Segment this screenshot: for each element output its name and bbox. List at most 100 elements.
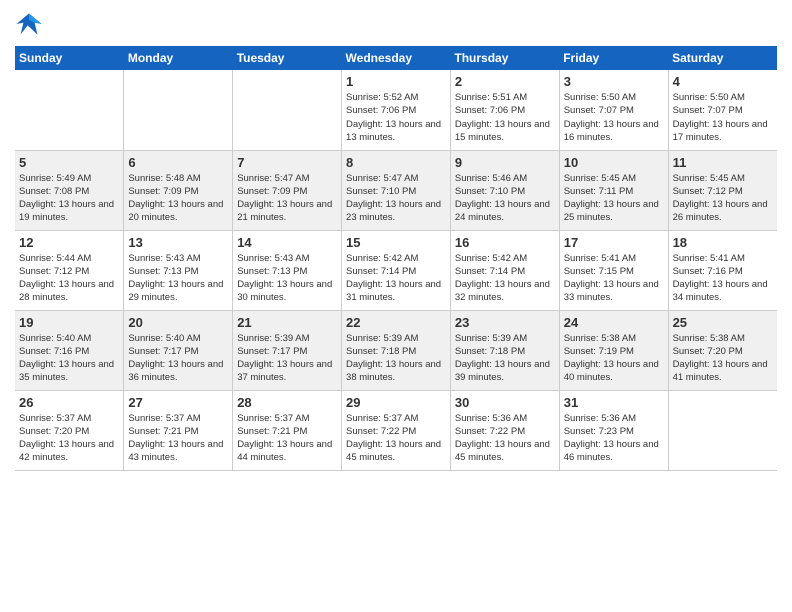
day-info: Sunrise: 5:47 AM Sunset: 7:10 PM Dayligh…: [346, 172, 446, 225]
day-cell: 8Sunrise: 5:47 AM Sunset: 7:10 PM Daylig…: [342, 150, 451, 230]
day-cell: [233, 70, 342, 150]
week-row-2: 5 Sunrise: 5:49 AM Sunset: 7:08 PM Daylig…: [15, 150, 777, 230]
day-number: 15: [346, 235, 446, 250]
day-info: Sunrise: 5:36 AM Sunset: 7:23 PM Dayligh…: [564, 412, 664, 465]
day-number: 20: [128, 315, 228, 330]
day-info: Sunrise: 5:50 AM Sunset: 7:07 PM Dayligh…: [673, 91, 773, 144]
day-info: Sunrise: 5:41 AM Sunset: 7:15 PM Dayligh…: [564, 252, 664, 305]
day-info: Sunrise: 5:51 AM Sunset: 7:06 PM Dayligh…: [455, 91, 555, 144]
day-number: 29: [346, 395, 446, 410]
week-row-3: 12 Sunrise: 5:44 AM Sunset: 7:12 PM Dayli…: [15, 230, 777, 310]
day-number: 13: [128, 235, 228, 250]
day-number: 28: [237, 395, 337, 410]
day-info: Sunrise: 5:40 AM Sunset: 7:16 PM Dayligh…: [19, 332, 119, 385]
day-number: 30: [455, 395, 555, 410]
week-row-1: 1 Sunrise: 5:52 AM Sunset: 7:06 PM Daylig…: [15, 70, 777, 150]
day-info: Sunrise: 5:41 AM Sunset: 7:16 PM Dayligh…: [673, 252, 773, 305]
day-cell: 26Sunrise: 5:37 AM Sunset: 7:20 PM Dayli…: [15, 390, 124, 470]
day-cell: 28 Sunrise: 5:37 AM Sunset: 7:21 PM Dayli…: [233, 390, 342, 470]
day-cell: 7 Sunrise: 5:47 AM Sunset: 7:09 PM Daylig…: [233, 150, 342, 230]
day-info: Sunrise: 5:37 AM Sunset: 7:21 PM Dayligh…: [128, 412, 228, 465]
day-number: 25: [673, 315, 773, 330]
day-info: Sunrise: 5:42 AM Sunset: 7:14 PM Dayligh…: [455, 252, 555, 305]
day-cell: 9 Sunrise: 5:46 AM Sunset: 7:10 PM Daylig…: [450, 150, 559, 230]
day-cell: 13 Sunrise: 5:43 AM Sunset: 7:13 PM Dayli…: [124, 230, 233, 310]
calendar-page: SundayMondayTuesdayWednesdayThursdayFrid…: [0, 0, 792, 481]
day-number: 23: [455, 315, 555, 330]
day-number: 21: [237, 315, 337, 330]
day-cell: 22 Sunrise: 5:39 AM Sunset: 7:18 PM Dayli…: [342, 310, 451, 390]
day-info: Sunrise: 5:37 AM Sunset: 7:20 PM Dayligh…: [19, 412, 119, 465]
day-cell: 19Sunrise: 5:40 AM Sunset: 7:16 PM Dayli…: [15, 310, 124, 390]
day-info: Sunrise: 5:37 AM Sunset: 7:22 PM Dayligh…: [346, 412, 446, 465]
day-number: 22: [346, 315, 446, 330]
day-number: 6: [128, 155, 228, 170]
week-row-5: 26Sunrise: 5:37 AM Sunset: 7:20 PM Dayli…: [15, 390, 777, 470]
weekday-header-row: SundayMondayTuesdayWednesdayThursdayFrid…: [15, 46, 777, 70]
day-cell: 29 Sunrise: 5:37 AM Sunset: 7:22 PM Dayli…: [342, 390, 451, 470]
day-cell: 25 Sunrise: 5:38 AM Sunset: 7:20 PM Dayli…: [668, 310, 777, 390]
day-number: 17: [564, 235, 664, 250]
day-number: 12: [19, 235, 119, 250]
day-cell: 24 Sunrise: 5:38 AM Sunset: 7:19 PM Dayli…: [559, 310, 668, 390]
day-info: Sunrise: 5:49 AM Sunset: 7:08 PM Dayligh…: [19, 172, 119, 225]
day-number: 7: [237, 155, 337, 170]
day-cell: 6 Sunrise: 5:48 AM Sunset: 7:09 PM Daylig…: [124, 150, 233, 230]
day-cell: 16 Sunrise: 5:42 AM Sunset: 7:14 PM Dayli…: [450, 230, 559, 310]
day-info: Sunrise: 5:44 AM Sunset: 7:12 PM Dayligh…: [19, 252, 119, 305]
day-number: 1: [346, 74, 446, 89]
day-number: 9: [455, 155, 555, 170]
day-info: Sunrise: 5:48 AM Sunset: 7:09 PM Dayligh…: [128, 172, 228, 225]
day-cell: 15 Sunrise: 5:42 AM Sunset: 7:14 PM Dayli…: [342, 230, 451, 310]
day-info: Sunrise: 5:45 AM Sunset: 7:11 PM Dayligh…: [564, 172, 664, 225]
weekday-header-tuesday: Tuesday: [233, 46, 342, 70]
day-info: Sunrise: 5:39 AM Sunset: 7:17 PM Dayligh…: [237, 332, 337, 385]
day-cell: 20Sunrise: 5:40 AM Sunset: 7:17 PM Dayli…: [124, 310, 233, 390]
day-number: 2: [455, 74, 555, 89]
day-number: 16: [455, 235, 555, 250]
day-cell: 17 Sunrise: 5:41 AM Sunset: 7:15 PM Dayli…: [559, 230, 668, 310]
day-number: 10: [564, 155, 664, 170]
day-info: Sunrise: 5:42 AM Sunset: 7:14 PM Dayligh…: [346, 252, 446, 305]
day-cell: 27 Sunrise: 5:37 AM Sunset: 7:21 PM Dayli…: [124, 390, 233, 470]
day-info: Sunrise: 5:46 AM Sunset: 7:10 PM Dayligh…: [455, 172, 555, 225]
day-info: Sunrise: 5:37 AM Sunset: 7:21 PM Dayligh…: [237, 412, 337, 465]
day-info: Sunrise: 5:50 AM Sunset: 7:07 PM Dayligh…: [564, 91, 664, 144]
day-cell: 3 Sunrise: 5:50 AM Sunset: 7:07 PM Daylig…: [559, 70, 668, 150]
day-cell: 2 Sunrise: 5:51 AM Sunset: 7:06 PM Daylig…: [450, 70, 559, 150]
weekday-header-monday: Monday: [124, 46, 233, 70]
week-row-4: 19Sunrise: 5:40 AM Sunset: 7:16 PM Dayli…: [15, 310, 777, 390]
day-info: Sunrise: 5:39 AM Sunset: 7:18 PM Dayligh…: [346, 332, 446, 385]
weekday-header-friday: Friday: [559, 46, 668, 70]
logo-icon: [15, 10, 43, 38]
day-info: Sunrise: 5:45 AM Sunset: 7:12 PM Dayligh…: [673, 172, 773, 225]
day-number: 24: [564, 315, 664, 330]
weekday-header-wednesday: Wednesday: [342, 46, 451, 70]
day-cell: 30 Sunrise: 5:36 AM Sunset: 7:22 PM Dayli…: [450, 390, 559, 470]
day-cell: 10 Sunrise: 5:45 AM Sunset: 7:11 PM Dayli…: [559, 150, 668, 230]
day-cell: 23Sunrise: 5:39 AM Sunset: 7:18 PM Dayli…: [450, 310, 559, 390]
weekday-header-thursday: Thursday: [450, 46, 559, 70]
header: [15, 10, 777, 38]
day-info: Sunrise: 5:47 AM Sunset: 7:09 PM Dayligh…: [237, 172, 337, 225]
day-cell: 31 Sunrise: 5:36 AM Sunset: 7:23 PM Dayli…: [559, 390, 668, 470]
day-number: 5: [19, 155, 119, 170]
logo: [15, 10, 43, 38]
day-info: Sunrise: 5:52 AM Sunset: 7:06 PM Dayligh…: [346, 91, 446, 144]
day-info: Sunrise: 5:38 AM Sunset: 7:19 PM Dayligh…: [564, 332, 664, 385]
weekday-header-saturday: Saturday: [668, 46, 777, 70]
day-number: 31: [564, 395, 664, 410]
day-number: 4: [673, 74, 773, 89]
day-info: Sunrise: 5:36 AM Sunset: 7:22 PM Dayligh…: [455, 412, 555, 465]
day-number: 27: [128, 395, 228, 410]
day-number: 11: [673, 155, 773, 170]
day-cell: [124, 70, 233, 150]
day-cell: 18 Sunrise: 5:41 AM Sunset: 7:16 PM Dayli…: [668, 230, 777, 310]
day-info: Sunrise: 5:43 AM Sunset: 7:13 PM Dayligh…: [128, 252, 228, 305]
calendar-table: SundayMondayTuesdayWednesdayThursdayFrid…: [15, 46, 777, 471]
day-cell: 5 Sunrise: 5:49 AM Sunset: 7:08 PM Daylig…: [15, 150, 124, 230]
day-number: 3: [564, 74, 664, 89]
day-number: 18: [673, 235, 773, 250]
day-cell: 14Sunrise: 5:43 AM Sunset: 7:13 PM Dayli…: [233, 230, 342, 310]
day-info: Sunrise: 5:38 AM Sunset: 7:20 PM Dayligh…: [673, 332, 773, 385]
